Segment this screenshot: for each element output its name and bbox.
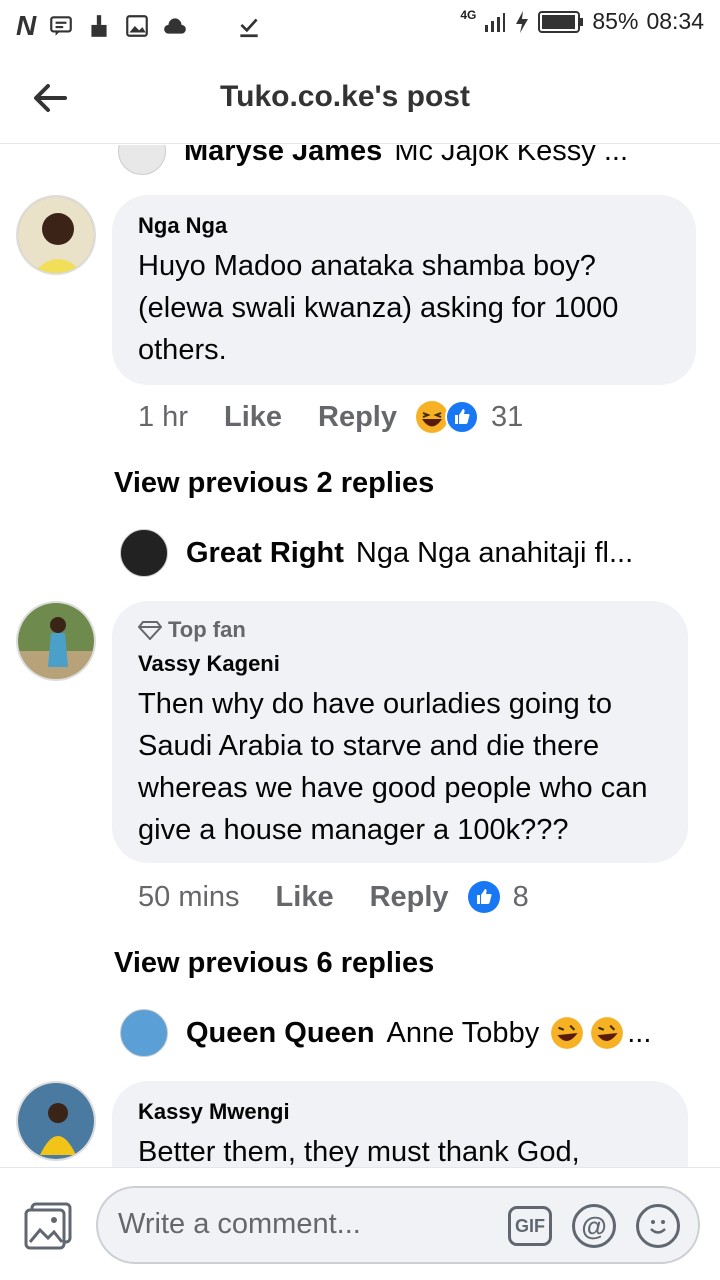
app-n-icon: N <box>16 10 37 41</box>
person-photo <box>18 197 94 273</box>
gif-button[interactable]: GIF <box>508 1206 552 1246</box>
avatar <box>118 145 166 175</box>
reply-preview-great-right[interactable]: Great Right Nga Nga anahitaji fl... <box>120 529 700 577</box>
at-sign-icon: @ <box>581 1210 607 1241</box>
reply-preview-text: Nga Nga anahitaji fl... <box>355 536 634 569</box>
reply-button[interactable]: Reply <box>318 401 397 434</box>
comment-bubble[interactable]: Kassy Mwengi Better them, they must than… <box>112 1081 688 1167</box>
charging-icon <box>516 10 529 33</box>
photo-icon <box>24 1202 72 1250</box>
avatar[interactable] <box>16 195 96 275</box>
comment-author[interactable]: Nga Nga <box>138 213 670 239</box>
battery-percent: 85% <box>592 8 639 34</box>
like-icon <box>467 881 500 913</box>
message-icon <box>50 16 73 36</box>
comment-time[interactable]: 1 hr <box>138 401 188 434</box>
comment-text: Better them, they must thank God, <box>138 1136 580 1167</box>
network-type: 4G <box>460 8 477 22</box>
reply-preview-maryse[interactable]: Maryse James Mc Jajok Kessy ... <box>118 145 698 175</box>
ellipsis-icon: ... <box>627 1016 652 1049</box>
view-previous-replies[interactable]: View previous 2 replies <box>114 467 434 500</box>
top-fan-badge: Top fan <box>138 617 662 643</box>
emoji-button[interactable] <box>636 1204 680 1248</box>
comment-feed[interactable]: Maryse James Mc Jajok Kessy ... Nga Nga … <box>0 145 720 1167</box>
view-previous-replies[interactable]: View previous 6 replies <box>114 947 434 980</box>
avatar[interactable] <box>16 1081 96 1161</box>
reply-button[interactable]: Reply <box>370 881 449 914</box>
reply-author[interactable]: Queen Queen <box>186 1017 375 1050</box>
avatar <box>120 1009 168 1057</box>
like-button[interactable]: Like <box>224 401 282 434</box>
comment-author[interactable]: Vassy Kageni <box>138 651 662 677</box>
comment-time[interactable]: 50 mins <box>138 881 240 914</box>
comment-actions: 50 mins Like Reply 8 <box>138 880 529 914</box>
reply-author[interactable]: Great Right <box>186 537 344 570</box>
comment-text: Huyo Madoo anataka shamba boy? (elewa sw… <box>138 250 619 366</box>
status-bar: N 4G 85% 08:34 <box>0 0 720 52</box>
avatar[interactable] <box>16 601 96 681</box>
comment-actions: 1 hr Like Reply 31 <box>138 400 523 434</box>
reaction-summary[interactable]: 8 <box>467 880 529 914</box>
reaction-count: 31 <box>491 400 524 433</box>
like-icon <box>445 400 479 434</box>
rofl-emoji-icon <box>591 1017 624 1049</box>
rofl-emoji-icon <box>551 1017 584 1049</box>
download-check-icon <box>240 18 258 38</box>
reaction-summary[interactable]: 31 <box>415 400 523 434</box>
haha-icon <box>416 401 448 433</box>
photo-button[interactable] <box>22 1200 74 1252</box>
comment-input[interactable]: Write a comment... GIF @ <box>96 1186 700 1264</box>
broom-icon <box>91 15 107 37</box>
diamond-icon <box>138 621 162 640</box>
person-photo <box>18 603 94 679</box>
top-fan-label: Top fan <box>168 617 246 642</box>
reply-preview-text: Mc Jajok Kessy ... <box>394 145 628 167</box>
post-header: Tuko.co.ke's post <box>0 52 720 144</box>
comment-author[interactable]: Kassy Mwengi <box>138 1099 662 1125</box>
comment-text: Then why do have ourladies going to Saud… <box>138 688 648 846</box>
clock: 08:34 <box>646 8 704 34</box>
mention-button[interactable]: @ <box>572 1204 616 1248</box>
reply-preview-text: Anne Tobby <box>386 1016 540 1049</box>
page-title: Tuko.co.ke's post <box>220 80 470 113</box>
avatar <box>120 529 168 577</box>
smiley-icon <box>650 1220 666 1234</box>
image-icon <box>126 15 149 37</box>
comment-composer: Write a comment... GIF @ <box>0 1167 720 1280</box>
person-photo <box>18 1083 94 1159</box>
cloud-icon <box>164 18 187 34</box>
comment-placeholder: Write a comment... <box>118 1208 361 1240</box>
reply-author[interactable]: Maryse James <box>184 145 382 168</box>
comment-bubble[interactable]: Nga Nga Huyo Madoo anataka shamba boy? (… <box>112 195 696 385</box>
like-button[interactable]: Like <box>276 881 334 914</box>
comment-bubble[interactable]: Top fan Vassy Kageni Then why do have ou… <box>112 601 688 863</box>
battery-icon <box>538 10 584 33</box>
signal-icon <box>485 12 506 32</box>
reply-preview-queen-queen[interactable]: Queen Queen Anne Tobby ... <box>120 1009 700 1057</box>
reaction-count: 8 <box>512 880 529 913</box>
